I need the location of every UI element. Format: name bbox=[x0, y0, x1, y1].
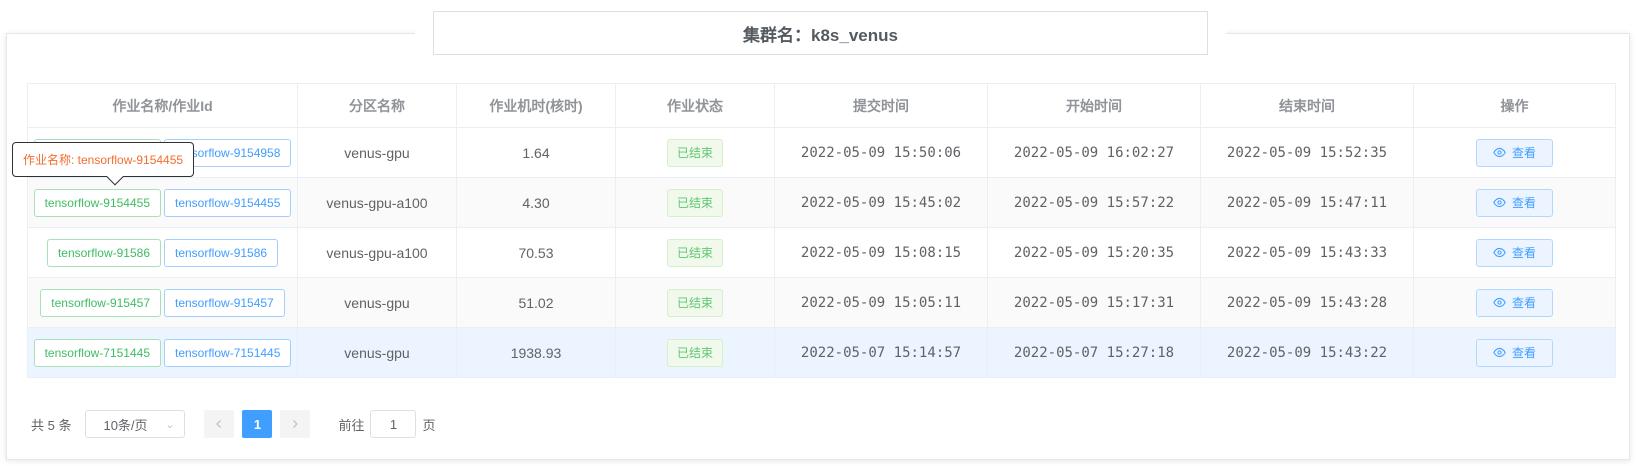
job-name-cell: tensorflow-915457 tensorflow-915457 bbox=[27, 277, 298, 328]
status-badge: 已结束 bbox=[666, 338, 723, 367]
total-count: 共 5 条 bbox=[31, 417, 72, 433]
status-cell: 已结束 bbox=[615, 227, 775, 278]
partition-cell: venus-gpu bbox=[297, 127, 457, 178]
status-badge: 已结束 bbox=[666, 238, 723, 267]
job-name-tag[interactable]: tensorflow-915457 bbox=[40, 288, 161, 317]
page-jump-input[interactable] bbox=[370, 410, 417, 438]
core-hours-cell: 4.30 bbox=[456, 177, 616, 228]
job-name-cell: tensorflow-91586 tensorflow-91586 bbox=[27, 227, 298, 278]
col-header-end-time[interactable]: 结束时间 bbox=[1200, 83, 1414, 128]
pagination: 共 5 条 10条/页 ⌄ 1 前往 页 bbox=[31, 410, 436, 438]
job-name-cell: tensorflow-7151445 tensorflow-7151445 bbox=[27, 327, 298, 378]
status-badge: 已结束 bbox=[666, 188, 723, 217]
status-badge: 已结束 bbox=[666, 288, 723, 317]
col-header-job-name[interactable]: 作业名称/作业Id bbox=[27, 83, 298, 128]
job-name-tooltip: 作业名称: tensorflow-9154455 bbox=[12, 142, 195, 186]
chevron-right-icon bbox=[293, 420, 299, 428]
submit-time-cell: 2022-05-09 15:08:15 bbox=[774, 227, 988, 278]
page-jumper: 前往 页 bbox=[338, 410, 436, 438]
start-time-cell: 2022-05-09 15:20:35 bbox=[987, 227, 1201, 278]
col-header-status[interactable]: 作业状态 bbox=[615, 83, 775, 128]
start-time-cell: 2022-05-09 16:02:27 bbox=[987, 127, 1201, 178]
view-button[interactable]: 查看 bbox=[1476, 238, 1553, 267]
col-header-submit-time[interactable]: 提交时间 bbox=[774, 83, 988, 128]
jobs-table: 作业名称/作业Id 分区名称 作业机时(核时) 作业状态 提交时间 开始时间 结… bbox=[27, 83, 1616, 378]
job-id-tag[interactable]: tensorflow-91586 bbox=[164, 238, 279, 267]
end-time-cell: 2022-05-09 15:43:28 bbox=[1200, 277, 1414, 328]
eye-icon bbox=[1493, 247, 1506, 258]
jump-suffix: 页 bbox=[422, 417, 436, 433]
eye-icon bbox=[1493, 297, 1506, 308]
end-time-cell: 2022-05-09 15:43:22 bbox=[1200, 327, 1414, 378]
partition-cell: venus-gpu-a100 bbox=[297, 227, 457, 278]
view-button[interactable]: 查看 bbox=[1476, 288, 1553, 317]
submit-time-cell: 2022-05-09 15:45:02 bbox=[774, 177, 988, 228]
job-name-tag[interactable]: tensorflow-9154455 bbox=[33, 188, 161, 217]
eye-icon bbox=[1493, 347, 1506, 358]
view-button-label: 查看 bbox=[1511, 296, 1536, 310]
view-button-label: 查看 bbox=[1511, 196, 1536, 210]
core-hours-cell: 70.53 bbox=[456, 227, 616, 278]
table-row: tensorflow-915457 tensorflow-915457 venus… bbox=[27, 277, 1616, 328]
chevron-left-icon bbox=[216, 420, 222, 428]
action-cell: 查看 bbox=[1413, 227, 1616, 278]
submit-time-cell: 2022-05-07 15:14:57 bbox=[774, 327, 988, 378]
jump-prefix: 前往 bbox=[338, 417, 365, 433]
table-header-row: 作业名称/作业Id 分区名称 作业机时(核时) 作业状态 提交时间 开始时间 结… bbox=[27, 83, 1616, 128]
status-badge: 已结束 bbox=[666, 138, 723, 167]
action-cell: 查看 bbox=[1413, 127, 1616, 178]
table-row: tensorflow-91586 tensorflow-91586 venus-g… bbox=[27, 227, 1616, 278]
view-button-label: 查看 bbox=[1511, 246, 1536, 260]
submit-time-cell: 2022-05-09 15:50:06 bbox=[774, 127, 988, 178]
submit-time-cell: 2022-05-09 15:05:11 bbox=[774, 277, 988, 328]
start-time-cell: 2022-05-07 15:27:18 bbox=[987, 327, 1201, 378]
page-number-current[interactable]: 1 bbox=[242, 410, 273, 438]
start-time-cell: 2022-05-09 15:17:31 bbox=[987, 277, 1201, 328]
action-cell: 查看 bbox=[1413, 177, 1616, 228]
job-name-tag[interactable]: tensorflow-91586 bbox=[46, 238, 161, 267]
table-row: tensorflow-9154958tensorflow-9154958 ven… bbox=[27, 127, 1616, 178]
col-header-partition[interactable]: 分区名称 bbox=[297, 83, 457, 128]
status-cell: 已结束 bbox=[615, 127, 775, 178]
job-id-tag[interactable]: tensorflow-915457 bbox=[164, 288, 285, 317]
view-button-label: 查看 bbox=[1511, 146, 1536, 160]
eye-icon bbox=[1493, 197, 1506, 208]
view-button[interactable]: 查看 bbox=[1476, 188, 1553, 217]
view-button[interactable]: 查看 bbox=[1476, 138, 1553, 167]
core-hours-cell: 1938.93 bbox=[456, 327, 616, 378]
status-cell: 已结束 bbox=[615, 177, 775, 228]
tooltip-text: 作业名称: tensorflow-9154455 bbox=[23, 153, 184, 167]
status-cell: 已结束 bbox=[615, 277, 775, 328]
job-id-tag[interactable]: tensorflow-9154455 bbox=[164, 188, 292, 217]
action-cell: 查看 bbox=[1413, 277, 1616, 328]
end-time-cell: 2022-05-09 15:43:33 bbox=[1200, 227, 1414, 278]
prev-page-button[interactable] bbox=[204, 410, 235, 438]
table-row: tensorflow-9154455 tensorflow-9154455 ven… bbox=[27, 177, 1616, 228]
view-button[interactable]: 查看 bbox=[1476, 338, 1553, 367]
action-cell: 查看 bbox=[1413, 327, 1616, 378]
col-header-actions: 操作 bbox=[1413, 83, 1616, 128]
page-size-value: 10条/页 bbox=[103, 417, 148, 433]
start-time-cell: 2022-05-09 15:57:22 bbox=[987, 177, 1201, 228]
core-hours-cell: 1.64 bbox=[456, 127, 616, 178]
chevron-down-icon: ⌄ bbox=[165, 418, 175, 431]
partition-cell: venus-gpu bbox=[297, 277, 457, 328]
job-name-cell: tensorflow-9154455 tensorflow-9154455 bbox=[27, 177, 298, 228]
page-size-select[interactable]: 10条/页 ⌄ bbox=[85, 410, 186, 438]
job-name-tag[interactable]: tensorflow-7151445 bbox=[33, 338, 161, 367]
col-header-core-hours[interactable]: 作业机时(核时) bbox=[456, 83, 616, 128]
status-cell: 已结束 bbox=[615, 327, 775, 378]
partition-cell: venus-gpu-a100 bbox=[297, 177, 457, 228]
core-hours-cell: 51.02 bbox=[456, 277, 616, 328]
end-time-cell: 2022-05-09 15:52:35 bbox=[1200, 127, 1414, 178]
table-row: tensorflow-7151445 tensorflow-7151445 ven… bbox=[27, 327, 1616, 378]
next-page-button[interactable] bbox=[280, 410, 311, 438]
eye-icon bbox=[1493, 147, 1506, 158]
col-header-start-time[interactable]: 开始时间 bbox=[987, 83, 1201, 128]
end-time-cell: 2022-05-09 15:47:11 bbox=[1200, 177, 1414, 228]
job-id-tag[interactable]: tensorflow-7151445 bbox=[164, 338, 292, 367]
cluster-title: 集群名：k8s_venus bbox=[433, 11, 1208, 55]
partition-cell: venus-gpu bbox=[297, 327, 457, 378]
view-button-label: 查看 bbox=[1511, 346, 1536, 360]
